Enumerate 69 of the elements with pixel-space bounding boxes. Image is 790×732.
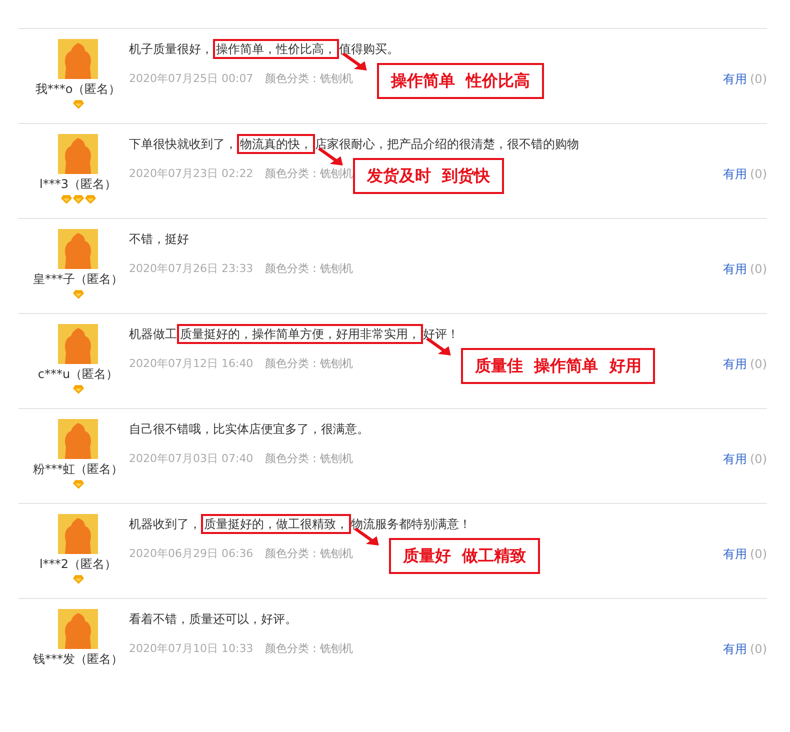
diamond-icon bbox=[72, 100, 84, 109]
diamond-icon bbox=[72, 480, 84, 489]
review-date: 2020年07月03日 07:40 bbox=[129, 451, 254, 466]
highlighted-text: 物流真的快， bbox=[237, 134, 315, 154]
helpful-count: (0) bbox=[750, 167, 767, 181]
user-name: l***2（匿名） bbox=[40, 556, 116, 572]
review-date: 2020年07月10日 10:33 bbox=[129, 641, 254, 656]
highlighted-text: 质量挺好的，做工很精致， bbox=[201, 514, 351, 534]
review-date: 2020年06月29日 06:36 bbox=[129, 546, 254, 561]
review-text: 机器收到了， bbox=[129, 517, 201, 531]
user-name: c***u（匿名） bbox=[38, 366, 118, 382]
helpful-link[interactable]: 有用 bbox=[723, 72, 747, 86]
helpful-link[interactable]: 有用 bbox=[723, 547, 747, 561]
diamond-icon bbox=[72, 385, 84, 394]
helpful-count: (0) bbox=[750, 262, 767, 276]
helpful-link[interactable]: 有用 bbox=[723, 642, 747, 656]
avatar-icon bbox=[58, 134, 98, 174]
callout-label: 发货及时 到货快 bbox=[353, 158, 504, 194]
avatar-icon bbox=[58, 419, 98, 459]
review-text: 店家很耐心，把产品介绍的很清楚，很不错的购物 bbox=[315, 137, 579, 151]
user-name: 粉***虹（匿名） bbox=[33, 461, 123, 477]
avatar-icon bbox=[58, 514, 98, 554]
helpful-link[interactable]: 有用 bbox=[723, 167, 747, 181]
user-name: 我***o（匿名） bbox=[35, 81, 121, 97]
avatar-icon bbox=[58, 609, 98, 649]
review-text: 机子质量很好， bbox=[129, 42, 213, 56]
avatar-icon bbox=[58, 39, 98, 79]
product-variant: 颜色分类：铣刨机 bbox=[265, 546, 354, 561]
product-variant: 颜色分类：铣刨机 bbox=[265, 356, 354, 371]
diamond-icon bbox=[60, 195, 72, 204]
callout-label: 操作简单 性价比高 bbox=[377, 63, 544, 99]
user-name: 钱***发（匿名） bbox=[33, 651, 123, 667]
product-variant: 颜色分类：铣刨机 bbox=[265, 261, 354, 276]
helpful-link[interactable]: 有用 bbox=[723, 452, 747, 466]
helpful-count: (0) bbox=[750, 452, 767, 466]
review-text: 好评！ bbox=[423, 327, 459, 341]
highlighted-text: 操作简单，性价比高， bbox=[213, 39, 339, 59]
review-date: 2020年07月23日 02:22 bbox=[129, 166, 254, 181]
product-variant: 颜色分类：铣刨机 bbox=[265, 71, 354, 86]
diamond-icon bbox=[72, 575, 84, 584]
user-name: l***3（匿名） bbox=[40, 176, 116, 192]
helpful-link[interactable]: 有用 bbox=[723, 262, 747, 276]
review-text: 机器做工 bbox=[129, 327, 177, 341]
review-text: 看着不错，质量还可以，好评。 bbox=[129, 612, 297, 626]
diamond-icon bbox=[84, 195, 96, 204]
highlighted-text: 质量挺好的，操作简单方便，好用非常实用， bbox=[177, 324, 423, 344]
helpful-count: (0) bbox=[750, 357, 767, 371]
review-text: 值得购买。 bbox=[339, 42, 399, 56]
review-text: 物流服务都特别满意！ bbox=[351, 517, 471, 531]
diamond-icon bbox=[72, 290, 84, 299]
review-text: 不错，挺好 bbox=[129, 232, 189, 246]
helpful-link[interactable]: 有用 bbox=[723, 357, 747, 371]
review-date: 2020年07月25日 00:07 bbox=[129, 71, 254, 86]
review-text: 自己很不错哦，比实体店便宜多了，很满意。 bbox=[129, 422, 369, 436]
helpful-count: (0) bbox=[750, 547, 767, 561]
avatar-icon bbox=[58, 324, 98, 364]
diamond-icon bbox=[72, 195, 84, 204]
helpful-count: (0) bbox=[750, 72, 767, 86]
callout-label: 质量好 做工精致 bbox=[389, 538, 540, 574]
product-variant: 颜色分类：铣刨机 bbox=[265, 451, 354, 466]
review-date: 2020年07月12日 16:40 bbox=[129, 356, 254, 371]
review-date: 2020年07月26日 23:33 bbox=[129, 261, 254, 276]
avatar-icon bbox=[58, 229, 98, 269]
review-text: 下单很快就收到了， bbox=[129, 137, 237, 151]
helpful-count: (0) bbox=[750, 642, 767, 656]
callout-label: 质量佳 操作简单 好用 bbox=[461, 348, 656, 384]
user-name: 皇***子（匿名） bbox=[33, 271, 123, 287]
product-variant: 颜色分类：铣刨机 bbox=[265, 641, 354, 656]
product-variant: 颜色分类：铣刨机 bbox=[265, 166, 354, 181]
